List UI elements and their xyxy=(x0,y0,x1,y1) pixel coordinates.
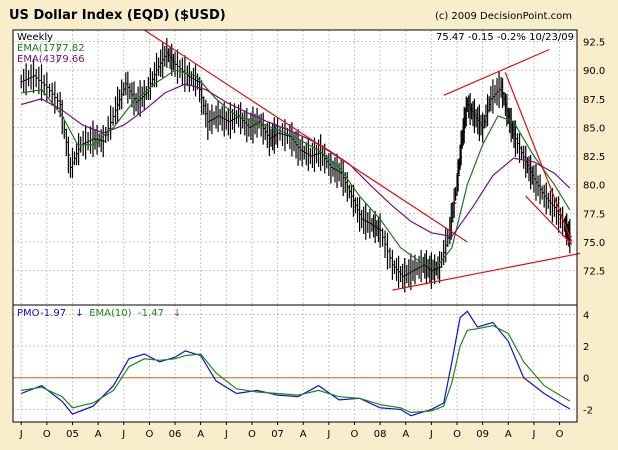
price-axis-tick-label: 82.5 xyxy=(583,152,605,163)
price-panel-background xyxy=(13,30,577,305)
ema-legend-name: EMA(43) xyxy=(17,54,59,65)
price-axis-tick-label: 87.5 xyxy=(583,95,605,106)
x-axis-tick-label: A xyxy=(95,429,102,440)
x-axis-tick-label: O xyxy=(351,429,359,440)
x-axis-tick-label: J xyxy=(326,429,330,440)
x-axis-tick-label: 05 xyxy=(66,429,79,440)
x-axis-tick-label: O xyxy=(453,429,461,440)
chart-window: US Dollar Index (EQD) ($USD) (c) 2009 De… xyxy=(0,0,618,450)
price-axis-tick-label: 80.0 xyxy=(583,181,605,192)
pmo-legend-arrow: ↓ xyxy=(75,308,83,319)
x-axis-tick-label: A xyxy=(300,429,307,440)
price-axis-tick-label: 72.5 xyxy=(583,267,605,278)
period-label: Weekly xyxy=(17,32,53,43)
pmo-legend-value: -1.47 xyxy=(138,308,164,319)
pmo-axis-tick-label: 0 xyxy=(583,374,589,385)
pmo-axis-tick-label: 4 xyxy=(583,310,589,321)
price-readout: 75.47 -0.15 -0.2% 10/23/09 xyxy=(436,32,574,43)
chart-canvas: 72.5 75.0 77.5 80.0 82.5 85.0 87.5 90.0 92.5 -2 0 2… xyxy=(12,29,605,440)
pmo-legend-name: PMO xyxy=(17,308,40,319)
x-axis-tick-label: J xyxy=(531,429,535,440)
price-axis-tick-label: 75.0 xyxy=(583,238,605,249)
pmo-axis-tick-label: -2 xyxy=(583,405,593,416)
x-axis-tick-label: O xyxy=(145,429,153,440)
x-axis-tick-label: O xyxy=(43,429,51,440)
ema-legend-value: 79.66 xyxy=(56,54,85,65)
x-axis-tick-label: 07 xyxy=(271,429,284,440)
x-axis-tick-label: 09 xyxy=(476,429,489,440)
x-axis-tick-label: A xyxy=(197,429,204,440)
x-axis-tick-label: A xyxy=(505,429,512,440)
x-axis-tick-label: 06 xyxy=(169,429,182,440)
price-axis-tick-label: 85.0 xyxy=(583,123,605,134)
price-axis-tick-label: 92.5 xyxy=(583,37,605,48)
price-axis-tick-label: 77.5 xyxy=(583,209,605,220)
x-axis-tick-label: J xyxy=(224,429,228,440)
x-axis-tick-label: 08 xyxy=(374,429,387,440)
pmo-legend-value: -1.97 xyxy=(40,308,66,319)
x-axis-tick-label: J xyxy=(121,429,125,440)
x-axis-tick-label: J xyxy=(429,429,433,440)
ema-legend-name: EMA(17) xyxy=(17,43,59,54)
x-axis-tick-label: O xyxy=(248,429,256,440)
x-axis-tick-label: J xyxy=(19,429,23,440)
ema-legend-value: 77.82 xyxy=(56,43,85,54)
price-axis-tick-label: 90.0 xyxy=(583,66,605,77)
pmo-legend-name: EMA(10) xyxy=(89,308,131,319)
x-axis-tick-label: A xyxy=(402,429,409,440)
pmo-legend-arrow: ↓ xyxy=(173,308,181,319)
x-axis-tick-label: O xyxy=(556,429,564,440)
pmo-axis-tick-label: 2 xyxy=(583,342,589,353)
